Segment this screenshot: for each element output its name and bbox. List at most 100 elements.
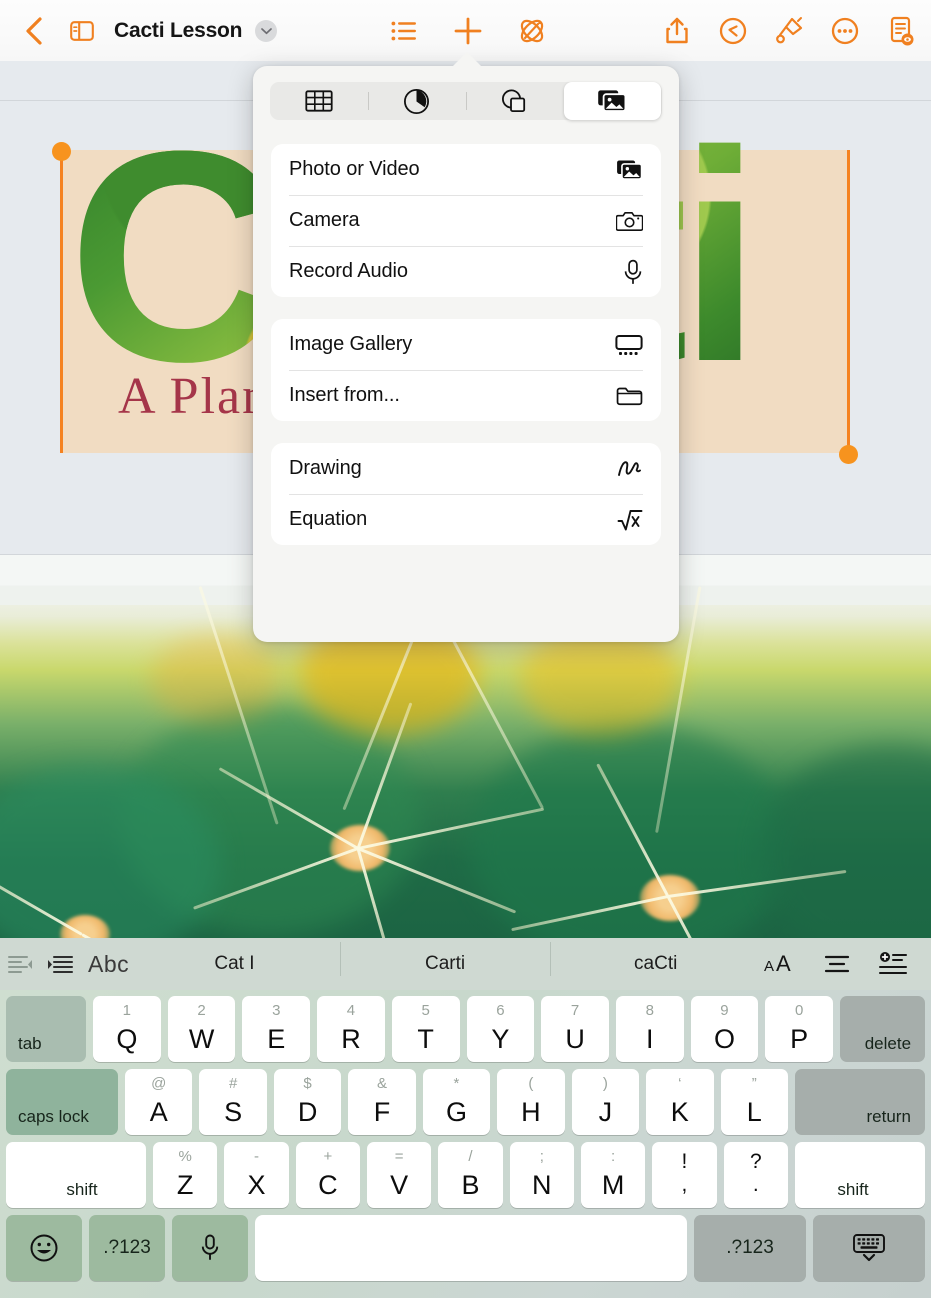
outdent-icon[interactable] bbox=[0, 954, 40, 974]
insert-group-gallery: Image Gallery Insert from... bbox=[271, 319, 661, 421]
menu-item-label: Insert from... bbox=[289, 384, 400, 406]
apple-intelligence-button[interactable] bbox=[510, 9, 554, 53]
menu-item-insert-from[interactable]: Insert from... bbox=[271, 370, 661, 421]
more-button[interactable] bbox=[823, 9, 867, 53]
selection-handle-bottom-right[interactable] bbox=[839, 445, 858, 464]
suggestion-1[interactable]: Carti bbox=[339, 942, 551, 976]
key-e[interactable]: 3E bbox=[242, 996, 311, 1062]
key-s[interactable]: # S bbox=[199, 1069, 267, 1135]
key-o[interactable]: 9O bbox=[690, 996, 759, 1062]
title-chevron-down-icon[interactable] bbox=[255, 19, 278, 42]
key-delete[interactable]: delete bbox=[840, 996, 926, 1062]
key-k[interactable]: ‘K bbox=[646, 1069, 714, 1135]
key-numsym-left[interactable]: .?123 bbox=[89, 1215, 165, 1281]
tab-table[interactable] bbox=[270, 82, 368, 120]
menu-item-image-gallery[interactable]: Image Gallery bbox=[271, 319, 661, 370]
key-return[interactable]: return bbox=[794, 1069, 925, 1135]
back-button[interactable] bbox=[12, 9, 56, 53]
menu-item-label: Equation bbox=[289, 508, 368, 530]
insert-category-tabs bbox=[270, 82, 662, 120]
insert-item-icon[interactable] bbox=[873, 952, 913, 976]
key-d[interactable]: $ D bbox=[273, 1069, 342, 1135]
tab-media[interactable] bbox=[563, 82, 661, 120]
toolbar-right-group bbox=[655, 9, 923, 53]
key-comma[interactable]: !, bbox=[652, 1142, 717, 1208]
menu-item-record-audio[interactable]: Record Audio bbox=[271, 246, 661, 297]
key-r[interactable]: 4R bbox=[317, 996, 385, 1062]
svg-text:A: A bbox=[776, 952, 791, 976]
dismiss-keyboard-icon bbox=[851, 1233, 887, 1263]
insert-group-drawing: Drawing Equation bbox=[271, 443, 661, 545]
selection-handle-top-left[interactable] bbox=[52, 142, 71, 161]
key-g[interactable]: * G bbox=[422, 1069, 491, 1135]
equation-icon bbox=[613, 508, 643, 532]
menu-item-camera[interactable]: Camera bbox=[271, 195, 661, 246]
key-w[interactable]: 2W bbox=[167, 996, 236, 1062]
insert-group-media: Photo or Video Camera Record Audio bbox=[271, 144, 661, 297]
key-t[interactable]: 5T bbox=[391, 996, 460, 1062]
keyboard-mode-label: Abc bbox=[88, 950, 130, 977]
tab-chart[interactable] bbox=[368, 82, 466, 120]
suggestion-0[interactable]: Cat I bbox=[129, 953, 340, 975]
microphone-icon bbox=[200, 1233, 220, 1263]
key-a[interactable]: @ A bbox=[125, 1069, 193, 1135]
key-numsym-right[interactable]: .?123 bbox=[694, 1215, 806, 1281]
indent-icon[interactable] bbox=[40, 954, 80, 974]
menu-item-equation[interactable]: Equation bbox=[271, 494, 661, 545]
key-u[interactable]: 7U bbox=[541, 996, 609, 1062]
key-caps-lock[interactable]: caps lock bbox=[6, 1069, 118, 1135]
key-space[interactable] bbox=[255, 1215, 687, 1281]
popover-arrow bbox=[452, 52, 482, 67]
key-p[interactable]: 0P bbox=[765, 996, 834, 1062]
menu-item-label: Drawing bbox=[289, 457, 362, 479]
key-c[interactable]: + C bbox=[295, 1142, 360, 1208]
selection-edge-right bbox=[847, 150, 850, 453]
suggestion-2[interactable]: caCti bbox=[550, 942, 761, 976]
insert-button[interactable] bbox=[446, 9, 490, 53]
keyboard-suggestion-bar: Abc Cat I Carti caCti AA bbox=[0, 938, 931, 990]
key-dismiss-keyboard[interactable] bbox=[813, 1215, 925, 1281]
photo-video-icon bbox=[613, 159, 643, 181]
key-h[interactable]: (H bbox=[497, 1069, 565, 1135]
key-f[interactable]: & F bbox=[348, 1069, 416, 1135]
keyboard-row: shift % Z -X + C = V / B ; N :M !, ?. shift bbox=[6, 1142, 925, 1208]
menu-item-photo-or-video[interactable]: Photo or Video bbox=[271, 144, 661, 195]
toolbar-center-group bbox=[382, 9, 554, 53]
folder-icon bbox=[613, 385, 643, 407]
list-view-button[interactable] bbox=[382, 9, 426, 53]
text-align-icon[interactable] bbox=[817, 953, 857, 975]
suggestion-bar-right-group: AA bbox=[761, 952, 931, 976]
tab-shape[interactable] bbox=[465, 82, 563, 120]
key-shift-right[interactable]: shift bbox=[794, 1142, 925, 1208]
key-j[interactable]: ) J bbox=[571, 1069, 640, 1135]
key-n[interactable]: ; N bbox=[509, 1142, 574, 1208]
key-tab[interactable]: tab bbox=[6, 996, 86, 1062]
key-v[interactable]: = V bbox=[366, 1142, 432, 1208]
key-x[interactable]: -X bbox=[224, 1142, 289, 1208]
format-brush-button[interactable] bbox=[767, 9, 811, 53]
key-b[interactable]: / B bbox=[438, 1142, 503, 1208]
undo-button[interactable] bbox=[711, 9, 755, 53]
key-q[interactable]: 1Q bbox=[93, 996, 161, 1062]
key-emoji[interactable] bbox=[6, 1215, 82, 1281]
key-m[interactable]: :M bbox=[580, 1142, 646, 1208]
menu-item-drawing[interactable]: Drawing bbox=[271, 443, 661, 494]
text-size-icon[interactable]: AA bbox=[761, 952, 801, 976]
menu-item-label: Camera bbox=[289, 209, 360, 231]
key-y[interactable]: 6Y bbox=[466, 996, 535, 1062]
svg-text:A: A bbox=[764, 958, 774, 975]
key-z[interactable]: % Z bbox=[153, 1142, 218, 1208]
share-button[interactable] bbox=[655, 9, 699, 53]
key-i[interactable]: 8I bbox=[615, 996, 684, 1062]
key-l[interactable]: ” L bbox=[720, 1069, 788, 1135]
menu-item-label: Photo or Video bbox=[289, 158, 420, 180]
keynote-app-window: Cacti Lesson A Plant Photo or Video Came… bbox=[0, 0, 931, 1298]
key-shift-left[interactable]: shift bbox=[6, 1142, 146, 1208]
key-period[interactable]: ?. bbox=[723, 1142, 788, 1208]
sidebar-toggle-button[interactable] bbox=[60, 9, 104, 53]
view-options-button[interactable] bbox=[879, 9, 923, 53]
menu-item-label: Image Gallery bbox=[289, 333, 413, 355]
microphone-icon bbox=[613, 259, 643, 285]
key-dictation[interactable] bbox=[172, 1215, 248, 1281]
menu-item-label: Record Audio bbox=[289, 260, 408, 282]
